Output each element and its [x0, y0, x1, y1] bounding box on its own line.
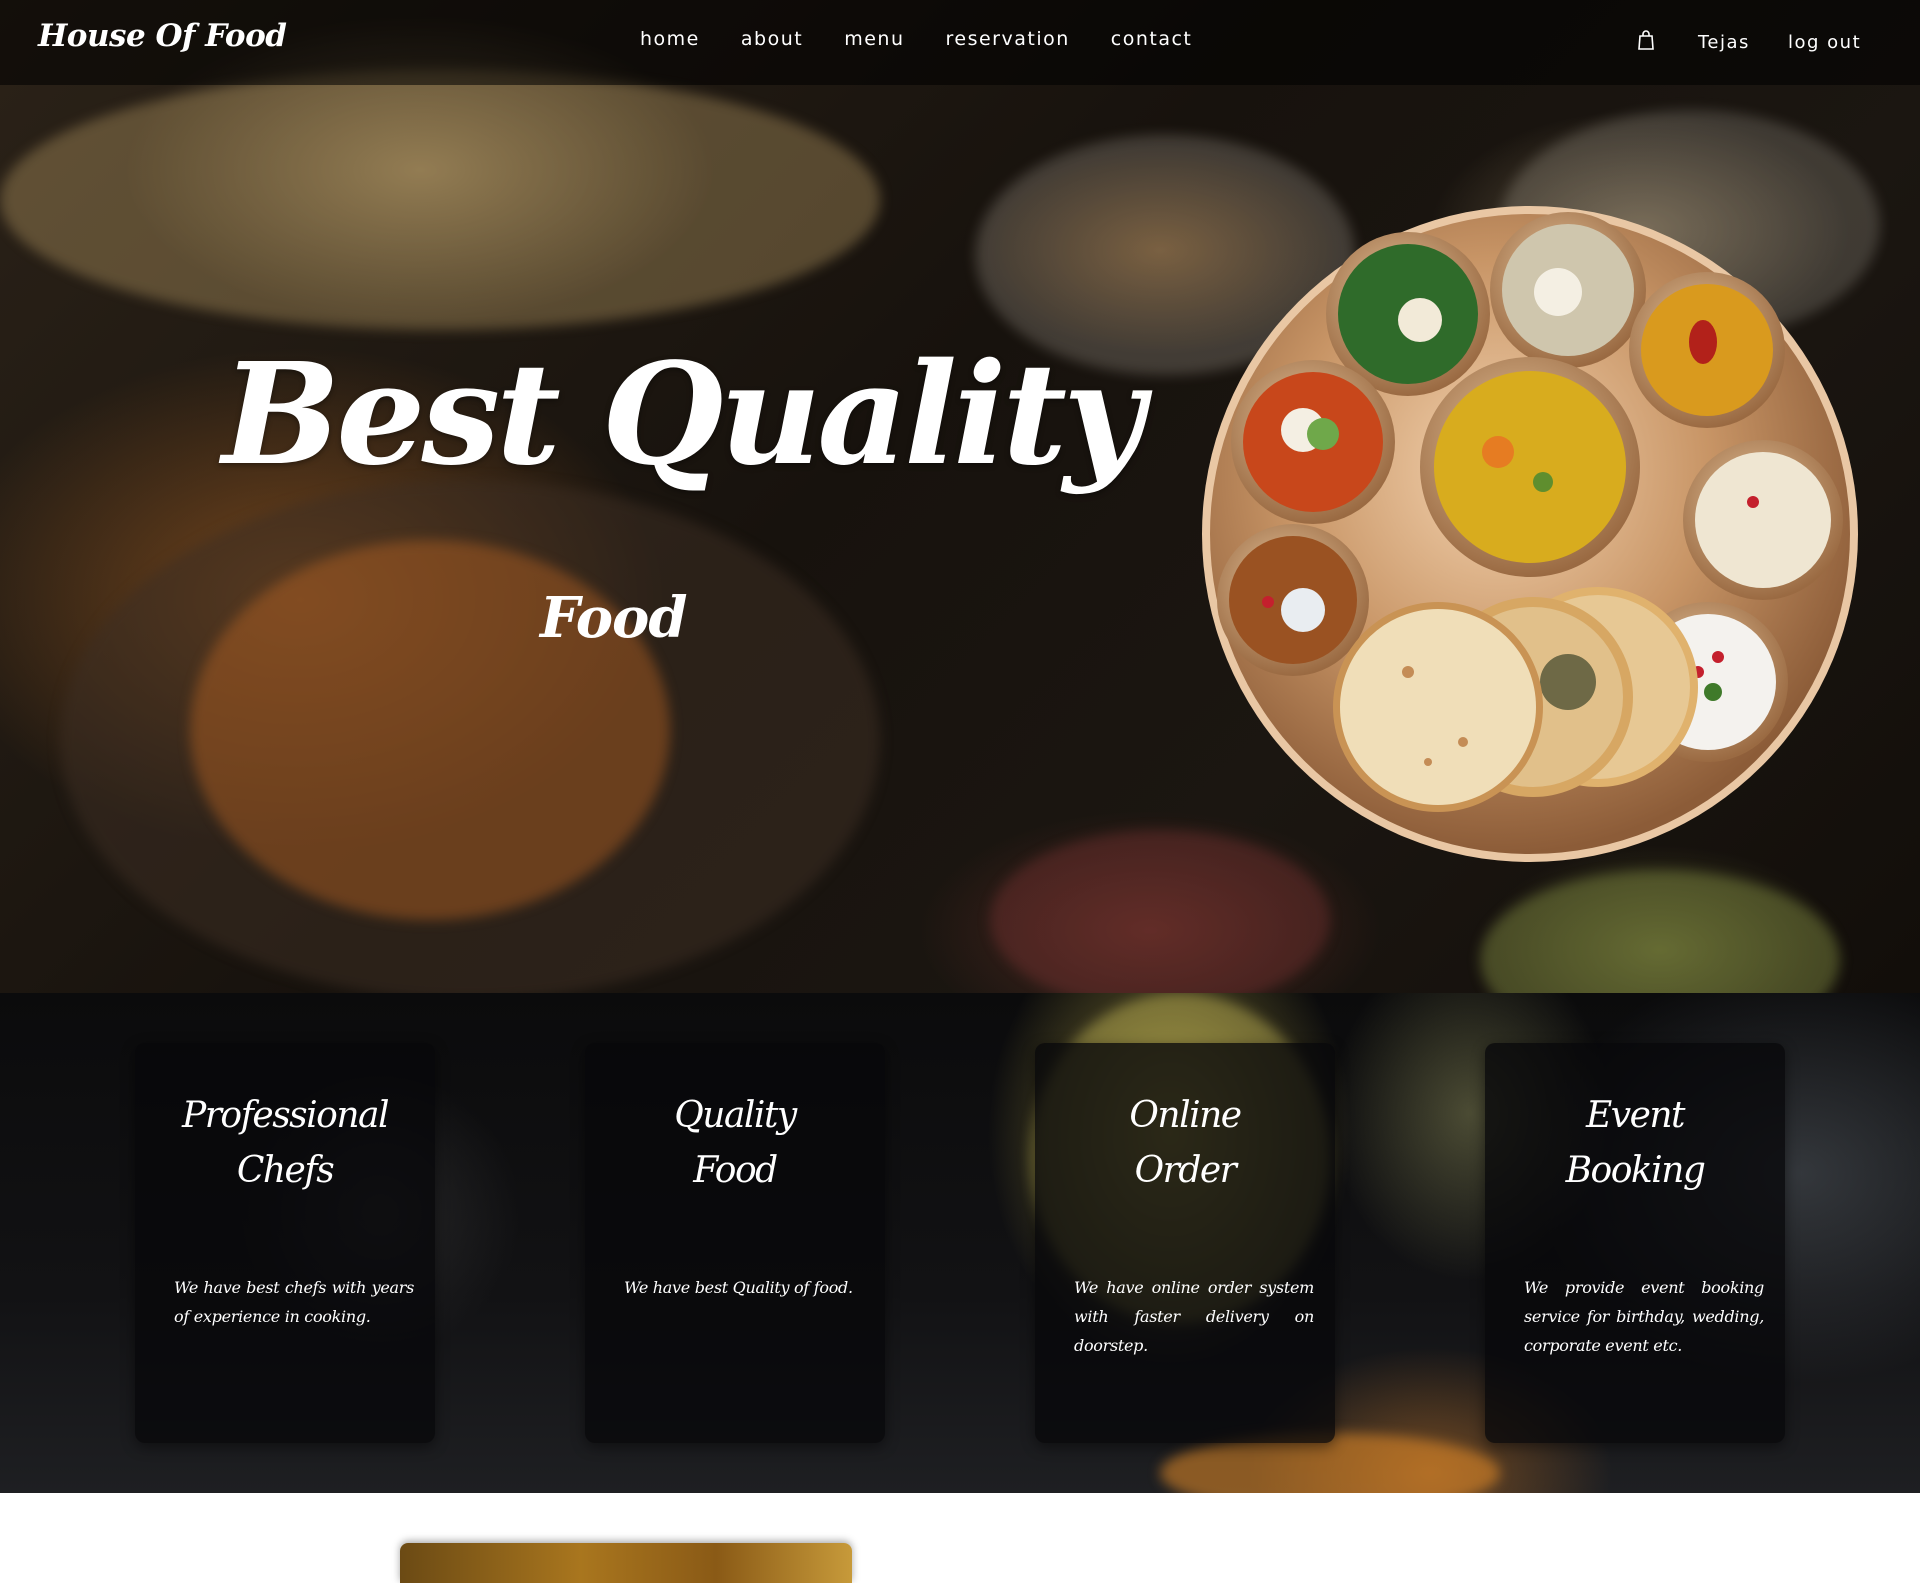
- feature-card-text: We have online order system with faster …: [1074, 1278, 1314, 1355]
- shopping-bag-icon[interactable]: [1637, 30, 1655, 50]
- feature-card-title-line: Event: [1585, 1095, 1686, 1136]
- nav-links: home about menu reservation contact: [640, 28, 1233, 50]
- feature-card-title: Online Order: [1035, 1088, 1335, 1198]
- food-image-preview: [400, 1543, 852, 1583]
- feature-card-event-booking: Event Booking We provide event booking s…: [1485, 1043, 1785, 1443]
- feature-card-text: We have best chefs with years of experie…: [174, 1278, 414, 1326]
- nav-link-contact[interactable]: contact: [1111, 28, 1193, 50]
- background-food-blob: [0, 70, 880, 330]
- nav-link-home[interactable]: home: [640, 28, 700, 50]
- navbar: House Of Food home about menu reservatio…: [0, 0, 1920, 85]
- feature-card-professional-chefs: Professional Chefs We have best chefs wi…: [135, 1043, 435, 1443]
- feature-card-title-line: Quality: [674, 1095, 797, 1136]
- hero-section: House Of Food home about menu reservatio…: [0, 0, 1920, 993]
- feature-card-online-order: Online Order We have online order system…: [1035, 1043, 1335, 1443]
- nav-link-menu[interactable]: menu: [844, 28, 904, 50]
- user-name-link[interactable]: Tejas: [1698, 32, 1750, 53]
- feature-card-title: Event Booking: [1485, 1088, 1785, 1198]
- logout-link[interactable]: log out: [1788, 32, 1861, 53]
- feature-card-title-line: Order: [1134, 1150, 1237, 1191]
- hero-subtitle: Food: [540, 585, 688, 651]
- features-section: Professional Chefs We have best chefs wi…: [0, 993, 1920, 1493]
- feature-card-title-line: Chefs: [236, 1150, 335, 1191]
- brand-logo[interactable]: House Of Food: [38, 18, 287, 54]
- feature-card-title: Professional Chefs: [135, 1088, 435, 1198]
- hero-title: Best Quality: [222, 333, 1144, 497]
- feature-card-title: Quality Food: [585, 1088, 885, 1198]
- feature-card-title-line: Food: [693, 1150, 778, 1191]
- background-food-blob: [1480, 870, 1840, 993]
- feature-card-title-line: Professional: [181, 1095, 390, 1136]
- thali-plate-image: [1202, 206, 1858, 862]
- feature-card-title-line: Online: [1129, 1095, 1242, 1136]
- nav-link-about[interactable]: about: [741, 28, 803, 50]
- feature-card-title-line: Booking: [1565, 1150, 1706, 1191]
- feature-card-quality-food: Quality Food We have best Quality of foo…: [585, 1043, 885, 1443]
- feature-card-text: We provide event booking service for bir…: [1524, 1278, 1764, 1355]
- nav-link-reservation[interactable]: reservation: [946, 28, 1070, 50]
- feature-card-text: We have best Quality of food.: [624, 1278, 853, 1297]
